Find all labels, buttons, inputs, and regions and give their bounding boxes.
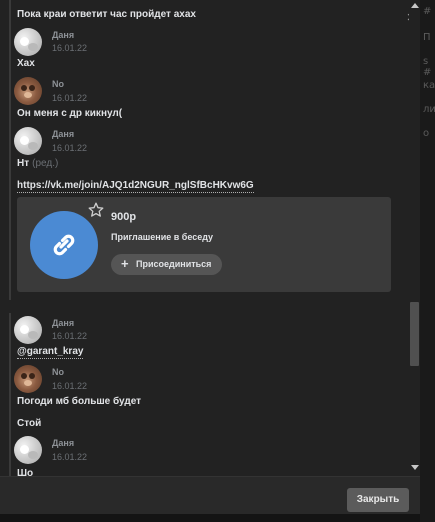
background-text: s # — [423, 56, 432, 78]
message-author[interactable]: Даня — [52, 438, 74, 448]
message-date: 16.01.22 — [52, 43, 88, 53]
link-icon — [53, 234, 75, 256]
avatar[interactable] — [14, 365, 42, 393]
background-text: о — [423, 128, 430, 139]
message-list: Пока краи ответит час пройдет ахах Даня … — [0, 0, 408, 476]
background-text: П — [423, 32, 431, 43]
background-page: # П s # ка ли о — [420, 0, 435, 522]
message-author[interactable]: Даня — [52, 318, 74, 328]
message-text: Погоди мб больше будет — [17, 396, 142, 407]
scroll-up-arrow-icon[interactable] — [411, 3, 419, 8]
avatar[interactable] — [14, 28, 42, 56]
avatar[interactable] — [14, 436, 42, 464]
message-text: Пока краи ответит час пройдет ахах — [17, 9, 196, 20]
message-text-content: Нт — [17, 158, 30, 169]
message-text: Стой — [17, 418, 42, 429]
message-author[interactable]: No — [52, 367, 64, 377]
join-button[interactable]: + Присоединиться — [111, 254, 222, 275]
message-author[interactable]: Даня — [52, 30, 74, 40]
star-icon[interactable] — [88, 202, 104, 218]
message-author[interactable]: Даня — [52, 129, 74, 139]
message-text: Шо — [17, 468, 34, 476]
scrollbar[interactable] — [409, 0, 420, 476]
scroll-down-arrow-icon[interactable] — [411, 465, 419, 470]
message-text: Нт (ред.) — [17, 158, 58, 169]
message-author[interactable]: No — [52, 79, 64, 89]
chat-invite-card[interactable]: 900р Приглашение в беседу + Присоединить… — [17, 197, 391, 292]
background-text: # — [423, 6, 432, 17]
scrollbar-thumb[interactable] — [410, 302, 419, 366]
avatar[interactable] — [14, 316, 42, 344]
invite-link[interactable]: https://vk.me/join/AJQ1d2NGUR_nglSfBcHKv… — [17, 180, 254, 193]
message-text: Хах — [17, 58, 35, 69]
chat-subtitle: Приглашение в беседу — [111, 232, 214, 242]
thread-line — [9, 0, 11, 300]
avatar[interactable] — [14, 127, 42, 155]
message-history-modal: × Пока краи ответит час пройдет ахах Дан… — [0, 0, 420, 514]
chat-title: 900р — [111, 211, 137, 223]
message-date: 16.01.22 — [52, 331, 88, 341]
close-button[interactable]: Закрыть — [347, 488, 409, 512]
background-text: ли — [423, 104, 435, 115]
mention-link[interactable]: @garant_kray — [17, 346, 84, 359]
plus-icon: + — [121, 256, 129, 271]
avatar[interactable] — [14, 77, 42, 105]
modal-footer: Закрыть — [0, 476, 420, 514]
edited-label: (ред.) — [32, 158, 59, 169]
join-button-label: Присоединиться — [136, 259, 212, 269]
thread-line — [9, 313, 11, 476]
chat-avatar — [30, 211, 98, 279]
message-date: 16.01.22 — [52, 93, 88, 103]
message-text: Он меня с др кикнул( — [17, 108, 123, 119]
message-date: 16.01.22 — [52, 143, 88, 153]
message-date: 16.01.22 — [52, 452, 88, 462]
message-date: 16.01.22 — [52, 381, 88, 391]
background-text: ка — [423, 80, 435, 91]
